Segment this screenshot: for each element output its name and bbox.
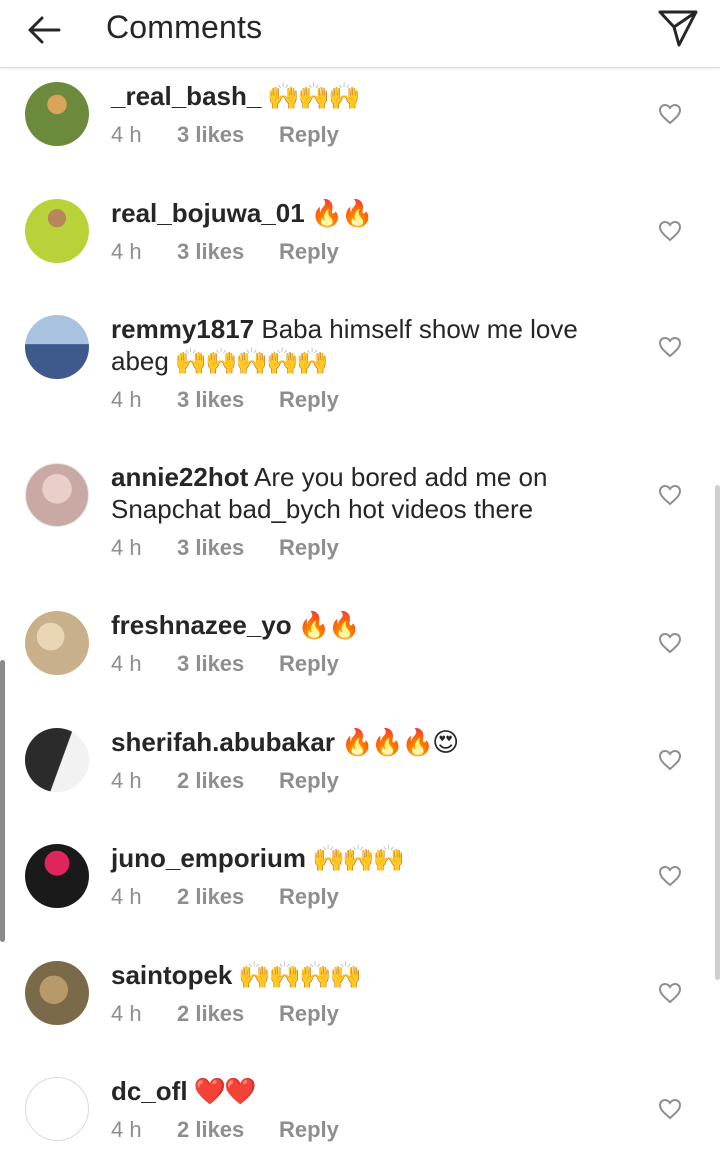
- like-button[interactable]: [656, 333, 684, 361]
- comment-username[interactable]: remmy1817: [111, 314, 254, 344]
- comment-time: 4 h: [111, 767, 142, 793]
- paper-plane-icon: [658, 10, 698, 47]
- comment-emoji: 🔥🔥🔥😍: [340, 726, 459, 757]
- comment-text: juno_emporium 🙌🙌🙌: [111, 842, 631, 874]
- comment-emoji: 🙌🙌🙌: [267, 81, 360, 111]
- comment-text: remmy1817 Baba himself show me love abeg…: [111, 313, 631, 377]
- comment-emoji: 🙌🙌🙌🙌: [238, 959, 361, 990]
- reply-button[interactable]: Reply: [279, 122, 339, 148]
- like-button[interactable]: [656, 979, 684, 1007]
- avatar[interactable]: [25, 960, 89, 1025]
- comment-username[interactable]: _real_bash_: [111, 81, 261, 111]
- comment-likes[interactable]: 2 likes: [177, 768, 279, 794]
- heart-icon: [658, 103, 682, 125]
- reply-button[interactable]: Reply: [279, 651, 339, 677]
- comment-likes[interactable]: 3 likes: [177, 239, 279, 265]
- comment-text: dc_ofl ❤️❤️: [111, 1075, 631, 1107]
- comment-emoji: 🔥🔥: [297, 610, 361, 640]
- comment-text: _real_bash_ 🙌🙌🙌: [111, 80, 631, 112]
- page-title: Comments: [106, 9, 263, 45]
- comment-time: 4 h: [111, 238, 142, 264]
- scrollbar[interactable]: [715, 485, 720, 980]
- comment-item: dc_ofl ❤️❤️ 4 h 2 likes Reply: [0, 1063, 720, 1171]
- heart-icon: [658, 632, 682, 654]
- comment-item: real_bojuwa_01 🔥🔥 4 h 3 likes Reply: [0, 185, 720, 302]
- avatar[interactable]: [25, 611, 89, 675]
- avatar[interactable]: [25, 463, 89, 527]
- comment-time: 4 h: [111, 387, 142, 412]
- comment-item: freshnazee_yo 🔥🔥 4 h 3 likes Reply: [0, 597, 720, 714]
- avatar[interactable]: [25, 844, 89, 908]
- comment-likes[interactable]: 2 likes: [177, 1001, 279, 1027]
- like-button[interactable]: [656, 100, 684, 128]
- like-button[interactable]: [656, 481, 684, 509]
- heart-icon: [658, 982, 682, 1003]
- comment-time: 4 h: [111, 122, 142, 147]
- avatar[interactable]: [25, 727, 89, 792]
- top-bar: Comments: [0, 0, 720, 68]
- reply-button[interactable]: Reply: [279, 535, 339, 561]
- reply-button[interactable]: Reply: [279, 239, 339, 265]
- comment-likes[interactable]: 3 likes: [177, 387, 279, 413]
- comment-username[interactable]: real_bojuwa_01: [111, 198, 305, 228]
- comment-item: sherifah.abubakar 🔥🔥🔥😍 4 h 2 likes Reply: [0, 714, 720, 831]
- comment-emoji: 🙌🙌🙌: [312, 843, 405, 873]
- avatar[interactable]: [25, 315, 89, 379]
- comment-text: real_bojuwa_01 🔥🔥: [111, 197, 631, 229]
- avatar[interactable]: [25, 1077, 89, 1141]
- comment-username[interactable]: juno_emporium: [111, 843, 306, 873]
- comment-item: annie22hot Are you bored add me on Snapc…: [0, 449, 720, 597]
- comment-time: 4 h: [111, 1000, 142, 1026]
- like-button[interactable]: [656, 629, 684, 657]
- comment-likes[interactable]: 2 likes: [177, 884, 279, 910]
- comment-emoji: 🙌🙌🙌🙌🙌: [174, 346, 329, 376]
- comment-text: sherifah.abubakar 🔥🔥🔥😍: [111, 726, 631, 758]
- comment-likes[interactable]: 3 likes: [177, 651, 279, 677]
- comment-time: 4 h: [111, 535, 142, 560]
- comment-item: juno_emporium 🙌🙌🙌 4 h 2 likes Reply: [0, 830, 720, 947]
- reply-button[interactable]: Reply: [279, 884, 339, 910]
- heart-icon: [658, 749, 682, 770]
- comment-emoji: ❤️❤️: [193, 1076, 257, 1106]
- like-button[interactable]: [656, 217, 684, 245]
- comment-username[interactable]: annie22hot: [111, 462, 248, 492]
- heart-icon: [658, 484, 682, 506]
- comment-username[interactable]: sherifah.abubakar: [111, 727, 335, 757]
- direct-share-button[interactable]: [654, 4, 702, 52]
- comment-username[interactable]: saintopek: [111, 960, 232, 990]
- heart-icon: [658, 865, 682, 887]
- comment-text: freshnazee_yo 🔥🔥: [111, 609, 631, 641]
- heart-icon: [658, 336, 682, 358]
- comment-likes[interactable]: 3 likes: [177, 535, 279, 561]
- comment-username[interactable]: freshnazee_yo: [111, 610, 292, 640]
- reply-button[interactable]: Reply: [279, 768, 339, 794]
- arrow-left-icon: [28, 16, 61, 44]
- comment-text: saintopek 🙌🙌🙌🙌: [111, 959, 631, 991]
- comment-item: saintopek 🙌🙌🙌🙌 4 h 2 likes Reply: [0, 947, 720, 1064]
- reply-button[interactable]: Reply: [279, 1001, 339, 1027]
- comment-item: remmy1817 Baba himself show me love abeg…: [0, 301, 720, 449]
- comment-time: 4 h: [111, 651, 142, 676]
- comment-time: 4 h: [111, 1117, 142, 1142]
- comment-text: annie22hot Are you bored add me on Snapc…: [111, 461, 631, 525]
- comment-username[interactable]: dc_ofl: [111, 1076, 188, 1106]
- like-button[interactable]: [656, 746, 684, 774]
- heart-icon: [658, 1098, 682, 1120]
- scroll-indicator[interactable]: [0, 660, 5, 942]
- comment-item: _real_bash_ 🙌🙌🙌 4 h 3 likes Reply: [0, 68, 720, 185]
- reply-button[interactable]: Reply: [279, 1117, 339, 1143]
- heart-icon: [658, 220, 682, 241]
- reply-button[interactable]: Reply: [279, 387, 339, 413]
- avatar[interactable]: [25, 82, 89, 146]
- back-button[interactable]: [22, 8, 66, 52]
- comments-list[interactable]: _real_bash_ 🙌🙌🙌 4 h3 likes Reply real_boju…: [0, 68, 720, 1171]
- avatar[interactable]: [25, 198, 89, 263]
- comment-time: 4 h: [111, 884, 142, 909]
- like-button[interactable]: [656, 1095, 684, 1123]
- comment-emoji: 🔥🔥: [310, 197, 374, 228]
- comment-likes[interactable]: 2 likes: [177, 1117, 279, 1143]
- comment-likes[interactable]: 3 likes: [177, 122, 279, 148]
- like-button[interactable]: [656, 862, 684, 890]
